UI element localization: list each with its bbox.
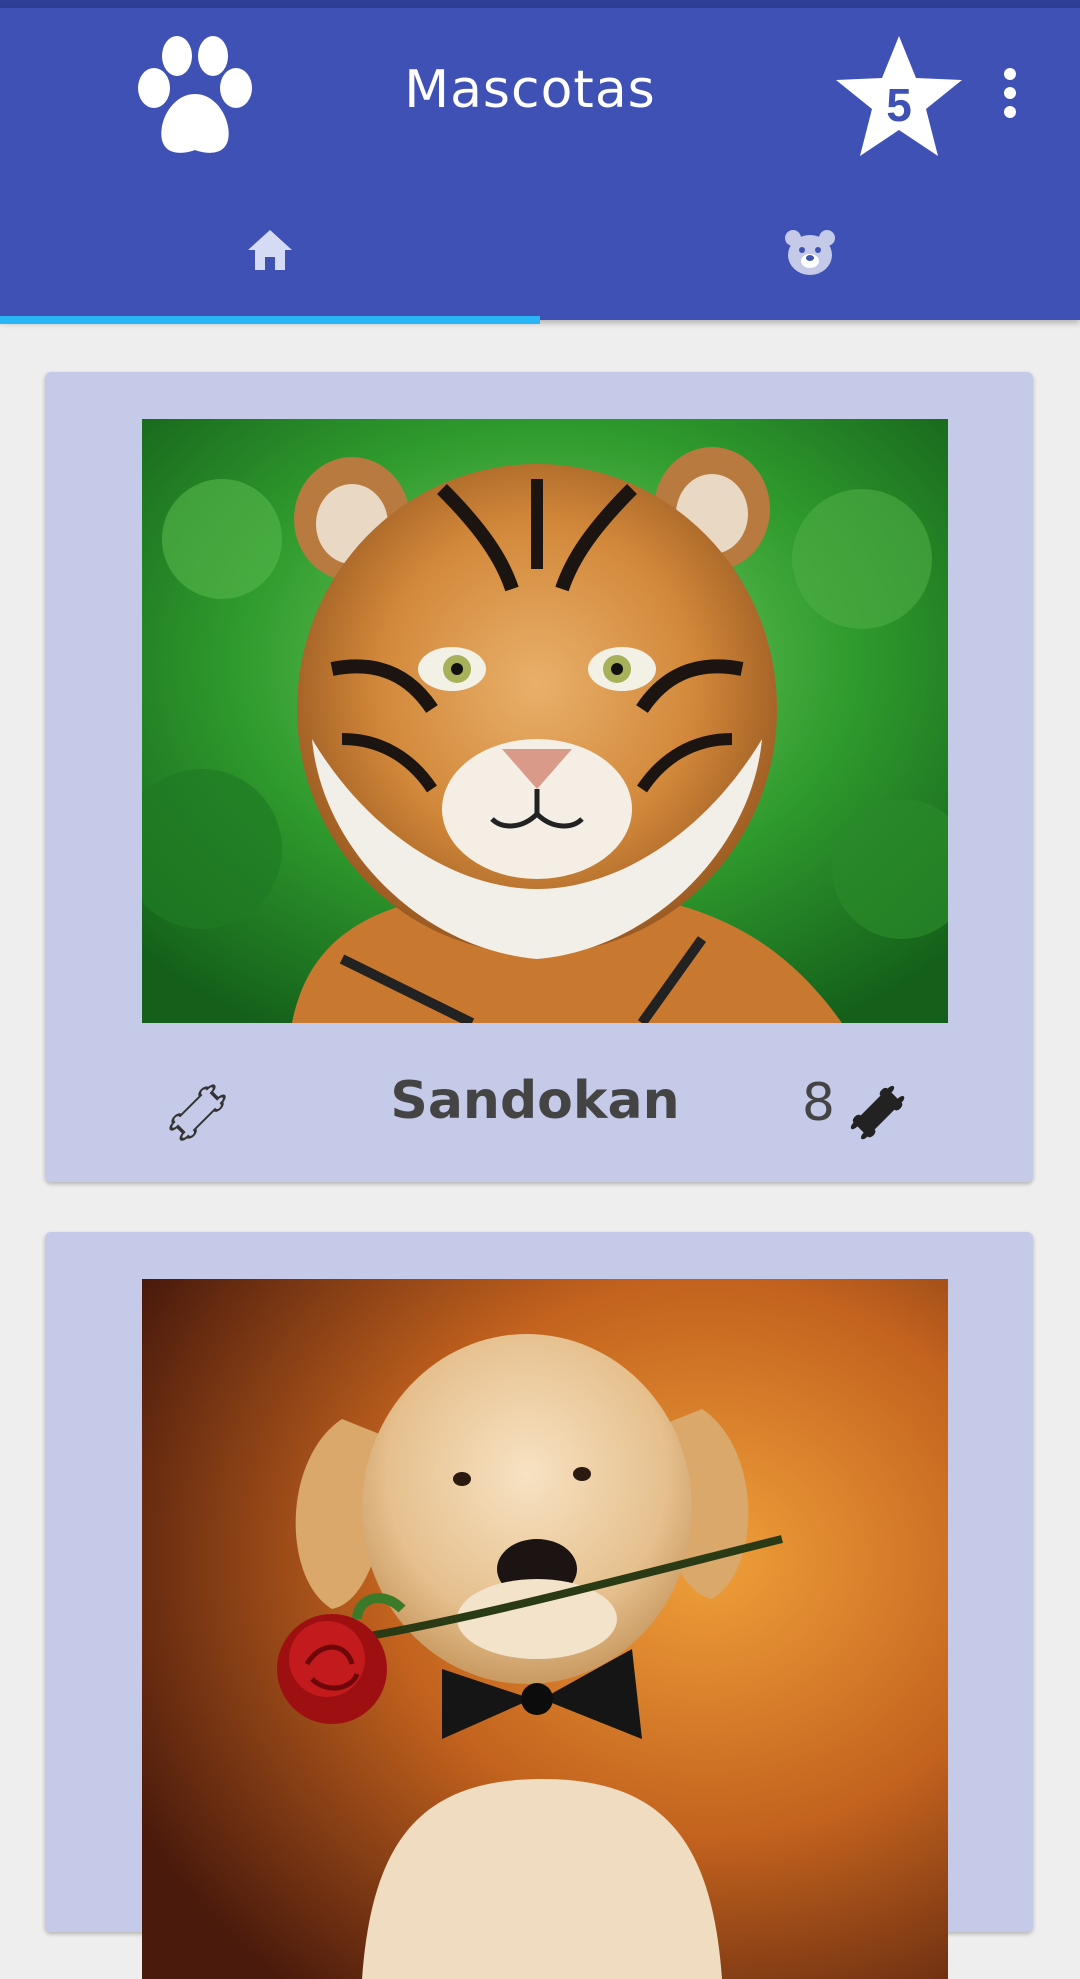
paw-icon[interactable]	[132, 30, 258, 160]
card-footer: Sandokan 8	[45, 1023, 1033, 1182]
home-icon	[248, 230, 292, 270]
pet-card	[45, 1232, 1033, 1979]
favorites-count: 5	[886, 79, 912, 131]
status-bar	[0, 0, 1080, 8]
bear-icon	[785, 230, 835, 275]
favorites-button[interactable]: 5	[832, 32, 966, 164]
tab-pet-profile[interactable]	[540, 208, 1080, 318]
tiger-photo[interactable]	[142, 419, 948, 1023]
pet-name: Sandokan	[390, 1071, 680, 1131]
like-count: 8	[801, 1073, 835, 1133]
tab-indicator	[0, 316, 540, 324]
pet-card: Sandokan 8	[45, 372, 1033, 1182]
tab-home[interactable]	[0, 208, 540, 318]
app-bar: Mascotas 5	[0, 8, 1080, 324]
bone-outline-icon[interactable]	[160, 1075, 236, 1151]
more-vert-icon[interactable]	[996, 68, 1024, 128]
puppy-with-rose-photo[interactable]	[142, 1279, 948, 1979]
bone-filled-icon	[850, 1085, 905, 1140]
app-title: Mascotas	[404, 60, 656, 120]
